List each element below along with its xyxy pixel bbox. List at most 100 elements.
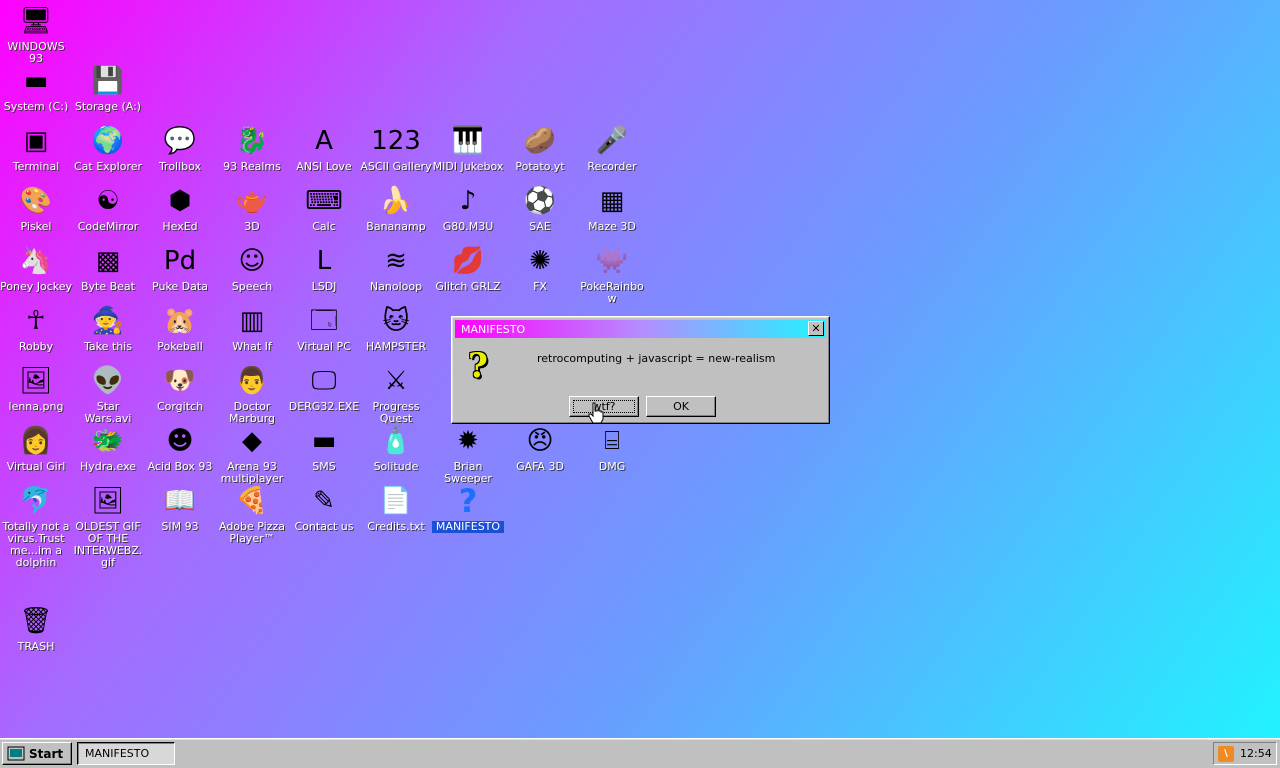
- text-file-icon: 📄: [379, 486, 413, 516]
- dmg-icon: ⌸: [604, 426, 620, 456]
- nanoloop-wave-icon: ≋: [385, 246, 407, 276]
- desktop-icon[interactable]: 🍕 Adobe Pizza Player™: [217, 484, 287, 545]
- desktop-icon[interactable]: ? MANIFESTO: [432, 484, 504, 533]
- desktop-icon-label: Maze 3D: [588, 220, 636, 233]
- desktop-icon[interactable]: ☻ Acid Box 93: [145, 424, 215, 473]
- close-icon[interactable]: ✕: [808, 321, 824, 336]
- virtual-pc-icon: 🗔: [309, 306, 339, 336]
- desktop-icon[interactable]: 🐉 93 Realms: [217, 124, 287, 173]
- desktop-icon[interactable]: ⌨ Calc: [289, 184, 359, 233]
- desktop-icon[interactable]: 🖥 WINDOWS 93: [1, 4, 71, 65]
- desktop-icon[interactable]: 👾 PokeRainbow: [577, 244, 647, 305]
- desktop-icon[interactable]: 🧙 Take this: [73, 304, 143, 353]
- desktop-icon[interactable]: ▩ Byte Beat: [73, 244, 143, 293]
- desktop-icon[interactable]: 🦄 Poney Jockey: [0, 244, 72, 293]
- desktop-icon[interactable]: 🐹 Pokeball: [145, 304, 215, 353]
- desktop-icon-label: Corgitch: [156, 400, 204, 413]
- taskbar-item-manifesto[interactable]: MANIFESTO: [77, 742, 175, 765]
- desktop-icon[interactable]: ▥ What If: [217, 304, 287, 353]
- desktop-icon[interactable]: 123 ASCII Gallery: [360, 124, 432, 173]
- floppy-drive-icon: 💾: [91, 66, 125, 96]
- desktop-icon-label: Poney Jockey: [0, 280, 72, 293]
- desktop-icon[interactable]: 🫖 3D: [217, 184, 287, 233]
- desktop-icon[interactable]: 🐶 Corgitch: [145, 364, 215, 413]
- desktop-icon-label: Take this: [84, 340, 132, 353]
- desktop-icon[interactable]: Pd Puke Data: [145, 244, 215, 293]
- desktop-icon[interactable]: ⬢ HexEd: [145, 184, 215, 233]
- desktop-icon[interactable]: 🎤 Recorder: [577, 124, 647, 173]
- desktop-icon[interactable]: 🖼 lenna.png: [1, 364, 71, 413]
- taskbar: Start MANIFESTO \ 12:54: [0, 738, 1280, 768]
- dialog-titlebar[interactable]: MANIFESTO ✕: [455, 320, 826, 338]
- desktop-icon[interactable]: 📖 SIM 93: [145, 484, 215, 533]
- desktop-icon-label: Virtual PC: [297, 340, 351, 353]
- desktop-icon[interactable]: ▦ Maze 3D: [577, 184, 647, 233]
- desktop-icon-label: Nanoloop: [369, 280, 423, 293]
- rss-icon[interactable]: \: [1218, 745, 1234, 762]
- desktop-icon[interactable]: ⚔ Progress Quest: [361, 364, 431, 425]
- desktop-icon[interactable]: 🌍 Cat Explorer: [73, 124, 143, 173]
- desktop-icon-label: Acid Box 93: [147, 460, 213, 473]
- pony-icon: 🦄: [19, 246, 53, 276]
- desktop-icon[interactable]: 👨 Doctor Marburg: [217, 364, 287, 425]
- desktop-icon[interactable]: 😠 GAFA 3D: [505, 424, 575, 473]
- desktop-icon[interactable]: ▣ Terminal: [1, 124, 71, 173]
- computer-icon: 🖥: [19, 6, 53, 36]
- start-button[interactable]: Start: [2, 742, 72, 765]
- desktop-icon[interactable]: ▬ SMS: [289, 424, 359, 473]
- desktop-icon-label: ASCII Gallery: [360, 160, 432, 173]
- potato-icon: 🥔: [523, 126, 557, 156]
- lsdj-icon: L: [316, 246, 332, 276]
- desktop-icon-label: Progress Quest: [372, 400, 420, 425]
- desktop-icon[interactable]: ☥ Robby: [1, 304, 71, 353]
- desktop-icon-label: Terminal: [12, 160, 60, 173]
- desktop-icon-label: G80.M3U: [442, 220, 494, 233]
- desktop-icon[interactable]: 🖼 OLDEST GIF OF THE INTERWEBZ.gif: [73, 484, 143, 569]
- teapot-icon: 🫖: [235, 186, 269, 216]
- desktop-icon[interactable]: 🐱 HAMPSTER: [361, 304, 431, 353]
- desktop-icon-label: DMG: [598, 460, 626, 473]
- desktop-icon[interactable]: 👽 Star Wars.avi: [73, 364, 143, 425]
- dolphin-shortcut-icon: 🐬: [19, 486, 53, 516]
- playlist-file-icon: ♪: [459, 186, 477, 216]
- desktop-icon[interactable]: ⚽ SAE: [505, 184, 575, 233]
- desktop-icon[interactable]: ☺ Speech: [217, 244, 287, 293]
- desktop-icon[interactable]: A ANSI Love: [289, 124, 359, 173]
- desktop-icon[interactable]: 🐲 Hydra.exe: [73, 424, 143, 473]
- desktop-icon[interactable]: ◆ Arena 93 multiplayer: [217, 424, 287, 485]
- desktop-icon[interactable]: 💋 Glitch GRLZ: [433, 244, 503, 293]
- corgi-icon: 🐶: [163, 366, 197, 396]
- desktop-icon[interactable]: L LSDJ: [289, 244, 359, 293]
- desktop-icon[interactable]: ♪ G80.M3U: [433, 184, 503, 233]
- cube-icon: ◆: [242, 426, 262, 456]
- desktop-icon[interactable]: 🗔 Virtual PC: [289, 304, 359, 353]
- desktop-icon[interactable]: ⌸ DMG: [577, 424, 647, 473]
- wtf-button[interactable]: wtf?: [569, 396, 639, 417]
- desktop-icon-label: Speech: [231, 280, 273, 293]
- desktop-icon[interactable]: 🎨 Piskel: [1, 184, 71, 233]
- desktop-icon[interactable]: ▬ System (C:): [1, 64, 71, 113]
- desktop-icon-label: Trollbox: [158, 160, 202, 173]
- desktop-icon[interactable]: 🗑 TRASH: [1, 604, 71, 653]
- desktop-icon[interactable]: 👩 Virtual Girl: [1, 424, 71, 473]
- codemirror-icon: ☯: [96, 186, 120, 216]
- desktop-icon-label: Pokeball: [157, 340, 203, 353]
- ok-button[interactable]: OK: [646, 396, 716, 417]
- desktop-icon[interactable]: ≋ Nanoloop: [361, 244, 431, 293]
- speech-face-icon: ☺: [238, 246, 266, 276]
- desktop-icon[interactable]: 🎹 MIDI Jukebox: [433, 124, 504, 173]
- desktop-icon[interactable]: ✺ FX: [505, 244, 575, 293]
- desktop-icon[interactable]: 🥔 Potato.yt: [505, 124, 575, 173]
- desktop-icon[interactable]: 🍌 Bananamp: [361, 184, 431, 233]
- pokeball-icon: 🐹: [163, 306, 197, 336]
- desktop-icon[interactable]: 💬 Trollbox: [145, 124, 215, 173]
- desktop-icon[interactable]: 🐬 Totally not a virus.Trust me...im a dol…: [1, 484, 71, 569]
- desktop-icon[interactable]: ☯ CodeMirror: [73, 184, 143, 233]
- desktop-icon[interactable]: 🖵 DERG32.EXE: [289, 364, 360, 413]
- desktop-icon-label: Robby: [18, 340, 54, 353]
- desktop-icon[interactable]: ✹ Brian Sweeper: [433, 424, 503, 485]
- desktop-icon[interactable]: 🧴 Solitude: [361, 424, 431, 473]
- desktop-icon[interactable]: 📄 Credits.txt: [361, 484, 431, 533]
- desktop-icon[interactable]: ✎ Contact us: [289, 484, 359, 533]
- desktop-icon[interactable]: 💾 Storage (A:): [73, 64, 143, 113]
